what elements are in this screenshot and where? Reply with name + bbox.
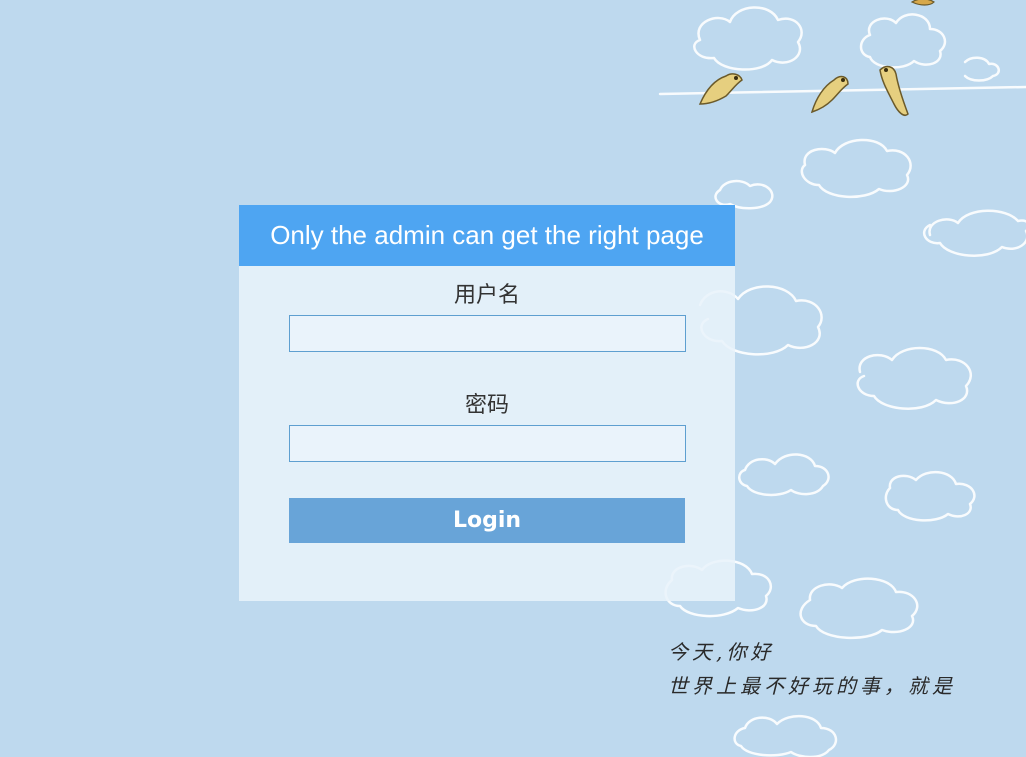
cloud-icon	[733, 715, 838, 757]
username-input[interactable]	[289, 315, 686, 352]
cloud-icon	[859, 13, 947, 69]
cloud-icon	[800, 138, 912, 199]
cloud-icon	[693, 6, 803, 71]
cloud-icon	[922, 209, 1026, 257]
login-button[interactable]: Login	[289, 498, 685, 543]
cloud-icon	[884, 471, 976, 522]
cloud-icon	[856, 346, 972, 410]
login-title: Only the admin can get the right page	[239, 205, 735, 266]
handwritten-greeting: 今天,你好	[668, 640, 775, 664]
cloud-icon	[738, 453, 830, 497]
cloud-icon	[963, 56, 1001, 82]
username-label: 用户名	[453, 283, 520, 308]
password-input[interactable]	[289, 425, 686, 462]
bird-icon	[698, 73, 743, 105]
cloud-icon	[799, 577, 919, 640]
bird-icon	[910, 0, 935, 6]
bird-icon	[810, 75, 849, 114]
handwritten-line: 世界上最不好玩的事，就是	[668, 674, 956, 698]
login-panel: Only the admin can get the right page 用户…	[239, 205, 735, 601]
password-label: 密码	[464, 393, 509, 418]
